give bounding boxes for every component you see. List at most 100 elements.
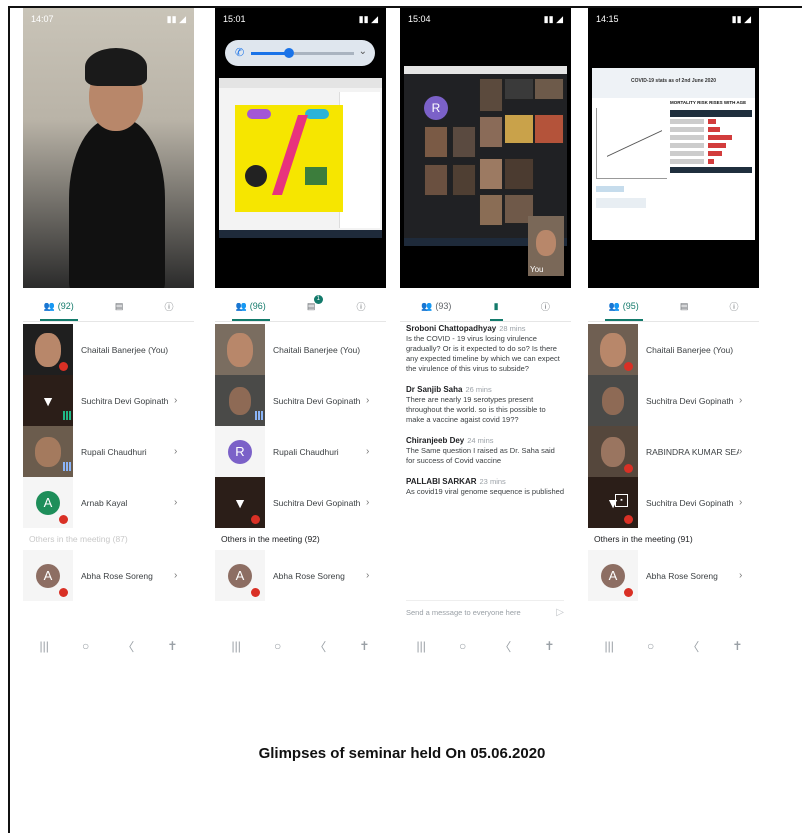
chart-heading: MORTALITY RISK RISES WITH AGE	[670, 100, 747, 105]
volume-thumb[interactable]	[284, 48, 294, 58]
info-icon: ⓘ	[356, 301, 366, 312]
participant-row[interactable]: RABINDRA KUMAR SEAL ›	[588, 426, 759, 477]
chevron-right-icon[interactable]: ›	[366, 497, 376, 508]
tab-info[interactable]: ⓘ	[729, 291, 738, 321]
tab-chat[interactable]: ▤ 1	[307, 291, 323, 321]
video-feed	[23, 8, 194, 288]
participant-name: Suchitra Devi Gopinath	[646, 497, 734, 508]
avatar: A	[36, 490, 60, 515]
participant-row[interactable]: A Arnab Kayal ›	[23, 477, 194, 528]
avatar: R	[424, 96, 448, 120]
participant-row[interactable]: R Rupali Chaudhuri ›	[215, 426, 386, 477]
participant-row[interactable]: Suchitra Devi Gopinath ›	[215, 375, 386, 426]
home-button[interactable]: ○	[647, 639, 654, 653]
phone-icon: ✆	[235, 47, 245, 59]
tab-info[interactable]: ⓘ	[164, 291, 173, 321]
participant-list: Chaitali Banerjee (You) Suchitra Devi Go…	[588, 324, 759, 601]
participant-tile	[588, 426, 638, 477]
chevron-right-icon[interactable]: ›	[174, 570, 184, 581]
others-section-label: Others in the meeting (87)	[29, 534, 128, 544]
slide-title: COVID-19 stats as of 2nd June 2020	[630, 78, 717, 84]
chevron-right-icon[interactable]: ›	[739, 446, 749, 457]
home-button[interactable]: ○	[82, 639, 89, 653]
chevron-right-icon[interactable]: ›	[174, 497, 184, 508]
recents-button[interactable]: |||	[232, 639, 241, 653]
tab-chat[interactable]: ▤	[115, 291, 124, 321]
participant-row[interactable]: Suchitra Devi Gopinath ›	[588, 375, 759, 426]
accessibility-button[interactable]: ✝	[732, 639, 742, 653]
tab-chat[interactable]: ▤	[680, 291, 689, 321]
home-button[interactable]: ○	[459, 639, 466, 653]
message-time: 24 mins	[467, 436, 494, 445]
audio-wave-icon	[63, 462, 71, 471]
people-count: (93)	[435, 301, 452, 311]
participant-tile: A	[23, 550, 73, 601]
chevron-right-icon[interactable]: ›	[174, 395, 184, 406]
self-view-label: You	[530, 265, 544, 274]
mic-off-icon	[59, 515, 68, 524]
accessibility-button[interactable]: ✝	[167, 639, 177, 653]
send-icon[interactable]: ▷	[556, 607, 564, 618]
participant-name: Chaitali Banerjee (You)	[646, 344, 734, 355]
participant-row[interactable]: A Abha Rose Soreng ›	[23, 550, 194, 601]
chat-icon: ▤	[679, 300, 689, 311]
meeting-tabs: 👥 (95) ▤ ⓘ	[588, 291, 759, 322]
back-button[interactable]: 〈	[314, 638, 326, 655]
speaker-body	[69, 118, 165, 288]
accessibility-button[interactable]: ✝	[544, 639, 554, 653]
message-author: Dr Sanjib Saha	[406, 385, 463, 394]
chat-badge: 1	[313, 295, 323, 304]
tab-people[interactable]: 👥 (93)	[421, 291, 451, 321]
participant-row[interactable]: A Abha Rose Soreng ›	[215, 550, 386, 601]
participant-name: Abha Rose Soreng	[81, 570, 153, 581]
chevron-right-icon[interactable]: ›	[739, 497, 749, 508]
people-icon: 👥	[235, 300, 247, 311]
participant-row[interactable]: A Abha Rose Soreng ›	[588, 550, 759, 601]
video-feed: ✆ ⌄	[215, 8, 386, 288]
chevron-right-icon[interactable]: ›	[174, 446, 184, 457]
shared-screen	[219, 78, 382, 238]
participant-row[interactable]: Chaitali Banerjee (You)	[588, 324, 759, 375]
chevron-down-icon[interactable]: ⌄	[359, 46, 367, 57]
participant-row[interactable]: ▼ ▪ Suchitra Devi Gopinath ›	[588, 477, 759, 528]
back-button[interactable]: 〈	[499, 638, 511, 655]
recents-button[interactable]: |||	[417, 639, 426, 653]
participant-row[interactable]: ▼ Suchitra Devi Gopinath ›	[215, 477, 386, 528]
tab-people[interactable]: 👥 (96)	[231, 291, 271, 321]
participant-row[interactable]: Chaitali Banerjee (You)	[215, 324, 386, 375]
recents-button[interactable]: |||	[605, 639, 614, 653]
back-button[interactable]: 〈	[122, 638, 134, 655]
participant-row[interactable]: Rupali Chaudhuri ›	[23, 426, 194, 477]
chevron-right-icon[interactable]: ›	[366, 446, 376, 457]
mic-off-icon	[251, 515, 260, 524]
participant-row[interactable]: Chaitali Banerjee (You)	[23, 324, 194, 375]
chevron-right-icon[interactable]: ›	[366, 395, 376, 406]
chevron-right-icon[interactable]: ›	[366, 570, 376, 581]
tab-people[interactable]: 👥 (95)	[604, 291, 644, 321]
caption: Glimpses of seminar held On 05.06.2020	[258, 745, 546, 762]
message-author: Sroboni Chattopadhyay	[406, 324, 497, 333]
accessibility-button[interactable]: ✝	[359, 639, 369, 653]
tab-info[interactable]: ⓘ	[356, 291, 365, 321]
participant-row[interactable]: ▼ Suchitra Devi Gopinath ›	[23, 375, 194, 426]
tab-chat[interactable]: ▮	[489, 291, 503, 321]
meeting-tabs: 👥 (93) ▮ ⓘ	[400, 291, 571, 322]
home-button[interactable]: ○	[274, 639, 281, 653]
participant-name: Suchitra Devi Gopinath	[81, 395, 169, 406]
chevron-right-icon[interactable]: ›	[739, 570, 749, 581]
recents-button[interactable]: |||	[40, 639, 49, 653]
message-input[interactable]: Send a message to everyone here ▷	[406, 600, 564, 623]
status-bar: 14:07 ▮▮ ◢	[23, 8, 194, 30]
participant-name: Abha Rose Soreng	[273, 570, 345, 581]
message-time: 26 mins	[465, 385, 492, 394]
back-button[interactable]: 〈	[687, 638, 699, 655]
tab-info[interactable]: ⓘ	[541, 291, 550, 321]
message-time: 23 mins	[479, 477, 506, 486]
chevron-right-icon[interactable]: ›	[739, 395, 749, 406]
mic-off-icon	[251, 588, 260, 597]
chat-icon: ▮	[493, 300, 499, 311]
message-time: 28 mins	[499, 324, 526, 333]
mic-off-icon	[624, 515, 633, 524]
tab-people[interactable]: 👥 (92)	[39, 291, 79, 321]
volume-slider[interactable]: ✆ ⌄	[225, 40, 375, 66]
